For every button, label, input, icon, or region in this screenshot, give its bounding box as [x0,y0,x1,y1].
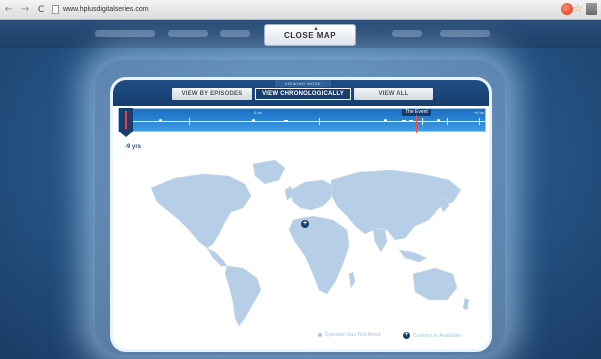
legend-not-aired: Episode Has Not Aired [318,332,380,338]
legend-not-aired-label: Episode Has Not Aired [325,332,381,338]
continent-australia [412,267,458,301]
tab-view-chronologically[interactable]: VIEW CHRONOLOGICALLY [255,88,351,100]
timeline-point[interactable] [284,120,288,122]
continent-indonesia [398,249,428,263]
address-bar[interactable]: www.hplusdigitalseries.com [52,3,149,17]
back-button[interactable]: ← [2,3,16,17]
timeline-tick[interactable] [319,118,320,125]
legend-available-label: Content is Available [413,332,462,339]
viewing-mode-label: VIEWING MODE [275,80,331,87]
continent-europe [290,179,334,211]
tab-view-by-episodes[interactable]: VIEW BY EPISODES [172,88,252,100]
viewing-mode-header: VIEWING MODE VIEW BY EPISODES VIEW CHRON… [113,80,489,106]
continent-africa [288,215,350,295]
timeline-point[interactable] [437,119,440,122]
timeline-handle[interactable] [119,108,133,132]
timeline-point[interactable] [384,119,387,122]
timeline-point[interactable] [252,119,255,122]
forward-icon: → [20,4,30,15]
map-panel: VIEWING MODE VIEW BY EPISODES VIEW CHRON… [110,77,492,352]
menu-icon[interactable] [586,3,597,15]
world-map[interactable] [133,150,473,330]
timeline-tick[interactable] [422,118,423,125]
back-icon: ← [4,4,14,15]
timeline-handle-tip [120,132,132,137]
timeline-point[interactable] [159,119,162,122]
not-aired-dot-icon [318,333,322,337]
caret-up-icon: ▲ [313,26,320,32]
continent-new-zealand [462,297,470,311]
content-available-icon: + [403,332,410,339]
timeline-end-label: +6 hs [474,110,484,115]
continent-india [372,227,388,253]
timeline-tick[interactable] [447,118,448,125]
timeline-point[interactable] [402,120,406,122]
timeline-slider[interactable]: 0 hs +6 hs The Event [118,108,486,133]
map-legend: Episode Has Not Aired + Content is Avail… [113,332,489,342]
reload-button[interactable]: C [34,3,48,17]
close-map-label: CLOSE MAP [283,30,337,40]
legend-available: + Content is Available [403,332,461,339]
page-icon [52,5,59,14]
browser-toolbar: ← → C www.hplusdigitalseries.com ☆ [0,0,601,20]
timeline-axis [119,121,485,122]
continent-central-america [206,247,228,267]
url-text: www.hplusdigitalseries.com [63,6,149,13]
timeline-mid-label: 0 hs [254,110,262,115]
continent-greenland [252,159,286,185]
timeline-point[interactable] [409,120,413,122]
bookmark-star-icon[interactable]: ☆ [573,3,585,15]
close-map-button[interactable]: ▲ CLOSE MAP [264,24,356,46]
continent-madagascar [348,271,356,289]
continent-north-america [150,173,252,249]
content-available-pin[interactable]: + [301,220,309,228]
continent-south-america [224,265,262,327]
extension-icon[interactable] [561,3,573,15]
continent-uk [284,185,294,201]
tab-view-all[interactable]: VIEW ALL [354,88,433,100]
timeline-tick[interactable] [479,118,480,125]
timeline-tick[interactable] [189,118,190,125]
reload-icon: C [37,4,45,15]
event-line [416,115,417,133]
forward-button[interactable]: → [18,3,32,17]
